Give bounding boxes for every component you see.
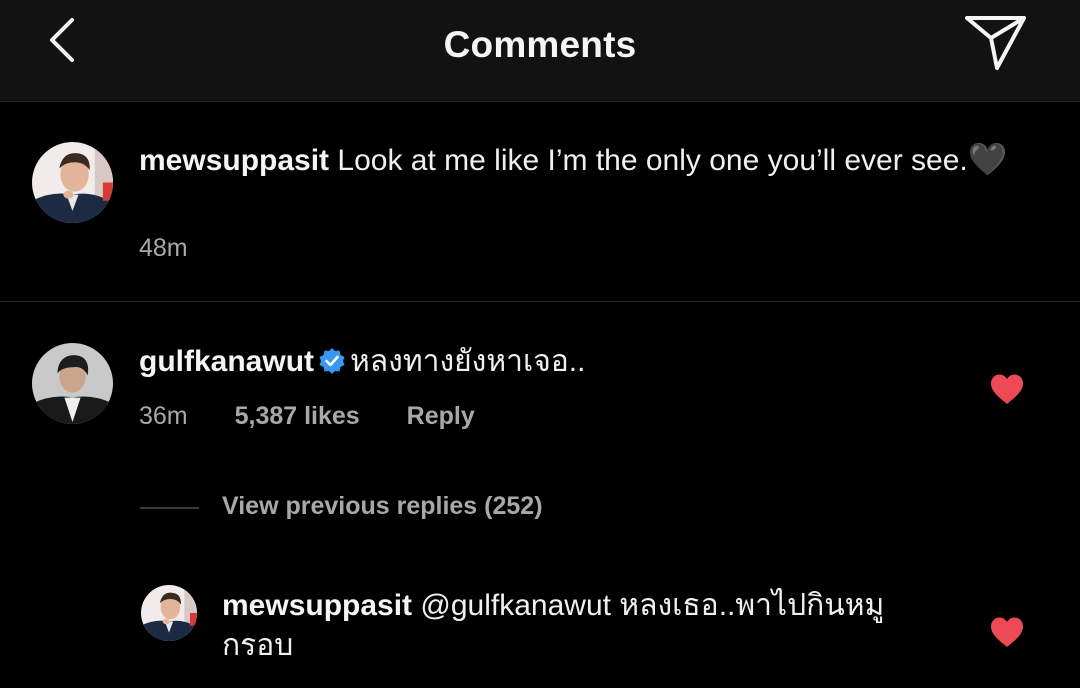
- comment-body: หลงทางยังหาเจอ..: [350, 345, 586, 378]
- caption-timestamp: 48m: [139, 234, 188, 262]
- page-title: Comments: [443, 24, 637, 65]
- avatar[interactable]: [32, 343, 113, 424]
- reply-button[interactable]: Reply: [407, 402, 475, 431]
- reply-text: mewsuppasit @gulfkanawut หลงเธอ..พาไปกิน…: [222, 586, 962, 666]
- reply-line-2: กรอบ: [222, 629, 294, 662]
- reply-username[interactable]: mewsuppasit: [222, 589, 412, 622]
- comment-timestamp: 36m: [139, 402, 188, 430]
- header-bar: Comments: [0, 0, 1080, 102]
- avatar[interactable]: [141, 585, 197, 641]
- black-heart-emoji: 🖤: [967, 141, 1008, 177]
- caption-username[interactable]: mewsuppasit: [139, 144, 329, 177]
- comment-text: gulfkanawut หลงทางยังหาเจอ..: [139, 342, 585, 382]
- verified-badge-icon: [318, 346, 346, 374]
- divider: [0, 301, 1080, 302]
- caption-body: Look at me like I’m the only one you’ll …: [337, 144, 968, 177]
- replies-divider-line: [140, 507, 199, 509]
- comment-meta: 36m 5,387 likes Reply: [139, 402, 515, 431]
- caption-text: mewsuppasit Look at me like I’m the only…: [139, 140, 1019, 180]
- avatar[interactable]: [32, 142, 113, 223]
- like-heart-icon[interactable]: [989, 616, 1025, 648]
- direct-share-icon[interactable]: [962, 12, 1030, 74]
- likes-count[interactable]: 5,387 likes: [235, 402, 360, 431]
- like-heart-icon[interactable]: [989, 373, 1025, 405]
- view-previous-replies-button[interactable]: View previous replies (252): [222, 492, 543, 521]
- reply-line-1: mewsuppasit @gulfkanawut หลงเธอ..พาไปกิน…: [222, 586, 962, 626]
- comments-screen: Comments mewsuppasit Look at me like I’m…: [0, 0, 1080, 688]
- reply-body: @gulfkanawut หลงเธอ..พาไปกินหมู: [420, 589, 885, 622]
- comment-username[interactable]: gulfkanawut: [139, 345, 314, 378]
